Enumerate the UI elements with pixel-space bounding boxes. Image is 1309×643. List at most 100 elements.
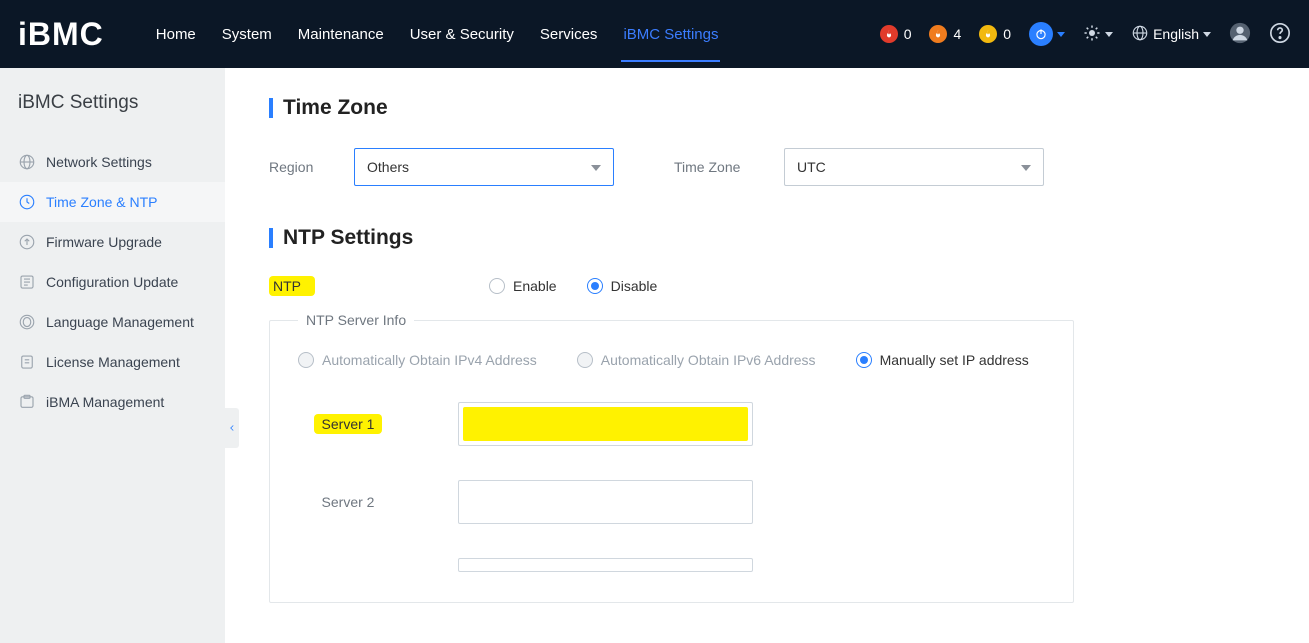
user-icon [1229,22,1251,47]
ntp-label: NTP [269,278,439,294]
radio-circle-icon [489,278,505,294]
radio-label: Manually set IP address [880,352,1029,368]
nav-home[interactable]: Home [156,0,196,68]
ntp-mode-row: Automatically Obtain IPv4 Address Automa… [298,352,1045,368]
globe-icon [1131,24,1149,45]
language-menu[interactable]: English [1131,24,1211,45]
flame-yellow-icon [979,25,997,43]
sidebar-item-config[interactable]: Configuration Update [0,262,225,302]
chevron-down-icon [1057,32,1065,37]
sidebar-collapse[interactable] [225,408,239,448]
sidebar-item-label: Time Zone & NTP [46,194,158,210]
sidebar-item-label: Network Settings [46,154,152,170]
chevron-down-icon [1203,32,1211,37]
chevron-down-icon [1105,32,1113,37]
region-select[interactable]: Others [354,148,614,186]
nav-services[interactable]: Services [540,0,598,68]
help-button[interactable] [1269,22,1291,47]
license-icon [18,353,36,371]
server2-label: Server 2 [298,494,398,510]
config-icon [18,273,36,291]
radio-manual-ip[interactable]: Manually set IP address [856,352,1029,368]
server1-label: Server 1 [298,416,398,432]
radio-ntp-enable[interactable]: Enable [489,278,557,294]
alarm-minor[interactable]: 0 [979,25,1011,43]
radio-ntp-disable[interactable]: Disable [587,278,658,294]
server1-row: Server 1 [298,402,1045,446]
tz-field: Time Zone UTC [674,148,1044,186]
help-icon [1269,22,1291,47]
server1-label-text: Server 1 [314,414,383,434]
timezone-row: Region Others Time Zone UTC [269,148,1269,186]
sidebar-title: iBMC Settings [18,92,225,114]
flame-red-icon [880,25,898,43]
ibma-icon [18,393,36,411]
logo: iBMC [18,16,104,53]
ntp-label-text: NTP [269,276,315,296]
nav-ibmc-settings[interactable]: iBMC Settings [623,0,718,68]
radio-auto-ipv6[interactable]: Automatically Obtain IPv6 Address [577,352,816,368]
alarm-major-count: 4 [953,26,961,42]
network-icon [18,153,36,171]
alarm-critical-count: 0 [904,26,912,42]
fieldset-legend: NTP Server Info [298,312,414,328]
region-field: Region Others [269,148,614,186]
nav-system[interactable]: System [222,0,272,68]
tz-select[interactable]: UTC [784,148,1044,186]
radio-auto-ipv4[interactable]: Automatically Obtain IPv4 Address [298,352,537,368]
radio-label: Automatically Obtain IPv6 Address [601,352,816,368]
clock-icon [18,193,36,211]
radio-label: Automatically Obtain IPv4 Address [322,352,537,368]
radio-circle-icon [298,352,314,368]
sidebar-item-label: License Management [46,354,180,370]
sidebar-item-network[interactable]: Network Settings [0,142,225,182]
region-value: Others [367,159,409,175]
alarm-critical[interactable]: 0 [880,25,912,43]
heading-timezone: Time Zone [269,96,1269,120]
radio-circle-icon [577,352,593,368]
server3-input[interactable] [458,558,753,572]
top-bar: iBMC Home System Maintenance User & Secu… [0,0,1309,68]
top-right: 0 4 0 [880,22,1291,47]
alarm-minor-count: 0 [1003,26,1011,42]
nav-user-security[interactable]: User & Security [410,0,514,68]
radio-circle-icon [856,352,872,368]
top-nav: Home System Maintenance User & Security … [156,0,719,68]
nav-maintenance[interactable]: Maintenance [298,0,384,68]
power-menu[interactable] [1029,22,1065,46]
radio-circle-icon [587,278,603,294]
server1-input-wrap [458,402,753,446]
brightness-menu[interactable] [1083,24,1113,45]
ntp-server-info: NTP Server Info Automatically Obtain IPv… [269,312,1074,603]
chevron-left-icon [227,423,237,433]
alarm-major[interactable]: 4 [929,25,961,43]
content: Time Zone Region Others Time Zone UTC NT… [225,68,1309,643]
sidebar-item-ibma[interactable]: iBMA Management [0,382,225,422]
language-icon [18,313,36,331]
heading-ntp: NTP Settings [269,226,1269,250]
ntp-block: NTP Enable Disable NTP Server Info Autom… [269,278,1269,603]
server2-input[interactable] [458,480,753,524]
upgrade-icon [18,233,36,251]
user-menu[interactable] [1229,22,1251,47]
main-layout: iBMC Settings Network Settings Time Zone… [0,68,1309,643]
sidebar-item-label: Language Management [46,314,194,330]
power-icon [1029,22,1053,46]
tz-label: Time Zone [674,159,754,175]
brightness-icon [1083,24,1101,45]
sidebar-item-license[interactable]: License Management [0,342,225,382]
tz-value: UTC [797,159,826,175]
sidebar-item-label: Firmware Upgrade [46,234,162,250]
radio-label: Enable [513,278,557,294]
sidebar-item-label: iBMA Management [46,394,164,410]
sidebar-item-language[interactable]: Language Management [0,302,225,342]
server3-row [298,558,1045,572]
sidebar-item-label: Configuration Update [46,274,178,290]
language-label: English [1153,26,1199,42]
server2-row: Server 2 [298,480,1045,524]
sidebar-item-firmware[interactable]: Firmware Upgrade [0,222,225,262]
flame-orange-icon [929,25,947,43]
server1-input[interactable] [463,407,748,441]
sidebar-item-timezone[interactable]: Time Zone & NTP [0,182,225,222]
ntp-switch-row: NTP Enable Disable [269,278,1269,294]
